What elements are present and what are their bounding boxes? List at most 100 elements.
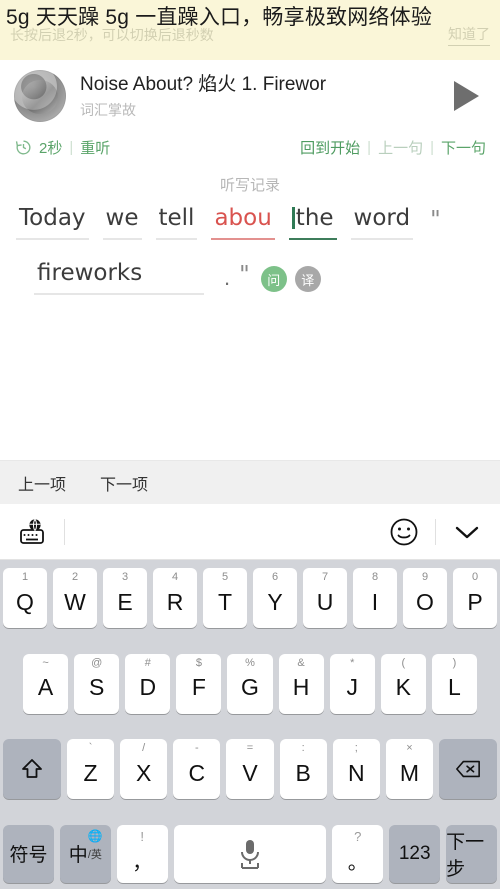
period-key[interactable]: ? 。 bbox=[332, 824, 384, 883]
numbers-key[interactable]: 123 bbox=[389, 824, 441, 883]
key-hint: ) bbox=[452, 656, 457, 669]
key-o[interactable]: 9O bbox=[403, 568, 447, 628]
key-label: U bbox=[316, 588, 334, 615]
key-w[interactable]: 2W bbox=[53, 568, 97, 628]
keyboard-row-3: ` Z / X -C = V :B ; N × M bbox=[3, 739, 497, 800]
key-hint: × bbox=[406, 742, 413, 755]
player-text-block: Noise About? 焰火 1. Firewor 词汇掌故 bbox=[66, 72, 440, 120]
sentence-controls: 回到开始 | 上一句 | 下一句 bbox=[300, 137, 486, 158]
ask-button[interactable]: 问 bbox=[260, 266, 287, 292]
dictation-period: . bbox=[224, 265, 231, 290]
key-k[interactable]: (K bbox=[380, 653, 426, 714]
item-navigation-bar: 上一项 下一项 bbox=[0, 460, 500, 504]
dictation-word[interactable]: we bbox=[102, 205, 142, 240]
key-label: O bbox=[416, 588, 434, 615]
key-hint: 5 bbox=[221, 571, 229, 583]
chevron-down-icon[interactable] bbox=[452, 521, 482, 543]
controls-separator-2: | bbox=[367, 138, 372, 156]
key-label: J bbox=[346, 674, 358, 701]
key-z[interactable]: ` Z bbox=[67, 739, 115, 800]
translate-button[interactable]: 译 bbox=[294, 266, 321, 292]
key-label: V bbox=[242, 759, 258, 786]
microphone-icon[interactable] bbox=[237, 837, 263, 871]
key-hint: 7 bbox=[321, 571, 329, 583]
key-d[interactable]: # D bbox=[125, 653, 171, 714]
back-to-start-button[interactable]: 回到开始 bbox=[300, 137, 360, 158]
app-screen: 5g 天天躁 5g 一直躁入口，畅享极致网络体验 长按后退2秒，可以切换后退秒数… bbox=[0, 0, 500, 889]
player-header: Noise About? 焰火 1. Firewor 词汇掌故 bbox=[0, 60, 500, 130]
key-hint: * bbox=[350, 656, 355, 669]
accessory-divider-left bbox=[64, 518, 65, 545]
key-hint: 2 bbox=[71, 571, 79, 583]
prev-item-button[interactable]: 上一项 bbox=[18, 471, 66, 495]
key-label: F bbox=[191, 674, 206, 701]
key-hint: # bbox=[144, 656, 151, 669]
key-b[interactable]: :B bbox=[279, 739, 327, 800]
key-hint: 1 bbox=[21, 571, 29, 583]
dictation-word-active[interactable]: the bbox=[288, 205, 337, 240]
key-label: G bbox=[241, 674, 259, 701]
smiley-icon[interactable] bbox=[389, 517, 419, 547]
key-hint: 8 bbox=[371, 571, 379, 583]
key-e[interactable]: 3E bbox=[103, 568, 147, 628]
shift-key[interactable] bbox=[3, 739, 61, 800]
key-g[interactable]: % G bbox=[227, 653, 273, 714]
key-label: S bbox=[88, 674, 105, 701]
ad-banner[interactable]: 5g 天天躁 5g 一直躁入口，畅享极致网络体验 长按后退2秒，可以切换后退秒数… bbox=[0, 0, 500, 60]
key-r[interactable]: 4R bbox=[153, 568, 197, 628]
key-l[interactable]: ) L bbox=[431, 653, 477, 714]
key-label: T bbox=[217, 588, 233, 615]
play-icon bbox=[453, 81, 479, 111]
dictation-word-error[interactable]: abou bbox=[211, 205, 275, 240]
prev-sentence-button[interactable]: 上一句 bbox=[378, 137, 423, 158]
backspace-icon bbox=[456, 761, 480, 778]
key-c[interactable]: -C bbox=[173, 739, 221, 800]
play-button[interactable] bbox=[446, 76, 486, 116]
key-h[interactable]: & H bbox=[278, 653, 324, 714]
key-m[interactable]: × M bbox=[385, 739, 433, 800]
key-v[interactable]: = V bbox=[226, 739, 274, 800]
dictation-word[interactable]: Today bbox=[16, 205, 89, 240]
key-f[interactable]: $ F bbox=[176, 653, 222, 714]
player-subtitle: 词汇掌故 bbox=[80, 102, 136, 118]
rewind-seconds-label[interactable]: 2秒 bbox=[39, 137, 62, 158]
key-x[interactable]: / X bbox=[120, 739, 168, 800]
key-hint: 0 bbox=[471, 571, 479, 583]
symbols-key[interactable]: 符号 bbox=[3, 824, 54, 883]
key-label: P bbox=[467, 588, 483, 615]
key-i[interactable]: 8I bbox=[353, 568, 397, 628]
virtual-keyboard: 1Q 2W 3E 4R 5T 6Y 7U 8I 9O 0P ~ A @ S # D $… bbox=[0, 560, 500, 889]
album-cover[interactable] bbox=[14, 70, 66, 122]
dictation-word[interactable]: fireworks bbox=[34, 260, 204, 295]
next-sentence-button[interactable]: 下一句 bbox=[441, 137, 486, 158]
key-label: N bbox=[347, 759, 365, 786]
key-hint: 9 bbox=[421, 571, 429, 583]
next-step-key[interactable]: 下一步 bbox=[446, 824, 498, 883]
replay-button[interactable]: 重听 bbox=[80, 137, 110, 158]
language-toggle-key[interactable]: 中/英 🌐 bbox=[59, 824, 111, 883]
backspace-key[interactable] bbox=[438, 739, 497, 800]
key-hint: 4 bbox=[171, 571, 179, 583]
comma-key[interactable]: ! ， bbox=[116, 824, 168, 883]
keyboard-accessory-bar bbox=[0, 504, 500, 560]
key-q[interactable]: 1Q bbox=[3, 568, 47, 628]
key-label: I bbox=[371, 588, 379, 615]
key-y[interactable]: 6Y bbox=[253, 568, 297, 628]
space-key[interactable] bbox=[173, 824, 327, 883]
key-t[interactable]: 5T bbox=[203, 568, 247, 628]
key-u[interactable]: 7U bbox=[303, 568, 347, 628]
key-a[interactable]: ~ A bbox=[23, 653, 69, 714]
key-label: Y bbox=[267, 588, 283, 615]
key-s[interactable]: @ S bbox=[74, 653, 120, 714]
key-n[interactable]: ; N bbox=[332, 739, 380, 800]
dictation-body: Today we tell abou the word " fireworks … bbox=[0, 205, 500, 295]
globe-keyboard-icon[interactable] bbox=[18, 518, 48, 546]
key-label: K bbox=[395, 674, 411, 701]
rewind-clock-icon[interactable] bbox=[14, 138, 33, 157]
dictation-word[interactable]: tell bbox=[155, 205, 198, 240]
next-item-button[interactable]: 下一项 bbox=[100, 471, 148, 495]
key-p[interactable]: 0P bbox=[453, 568, 497, 628]
dictation-word[interactable]: word bbox=[350, 205, 414, 240]
key-j[interactable]: * J bbox=[329, 653, 375, 714]
player-title: Noise About? 焰火 1. Firewor bbox=[80, 74, 327, 95]
